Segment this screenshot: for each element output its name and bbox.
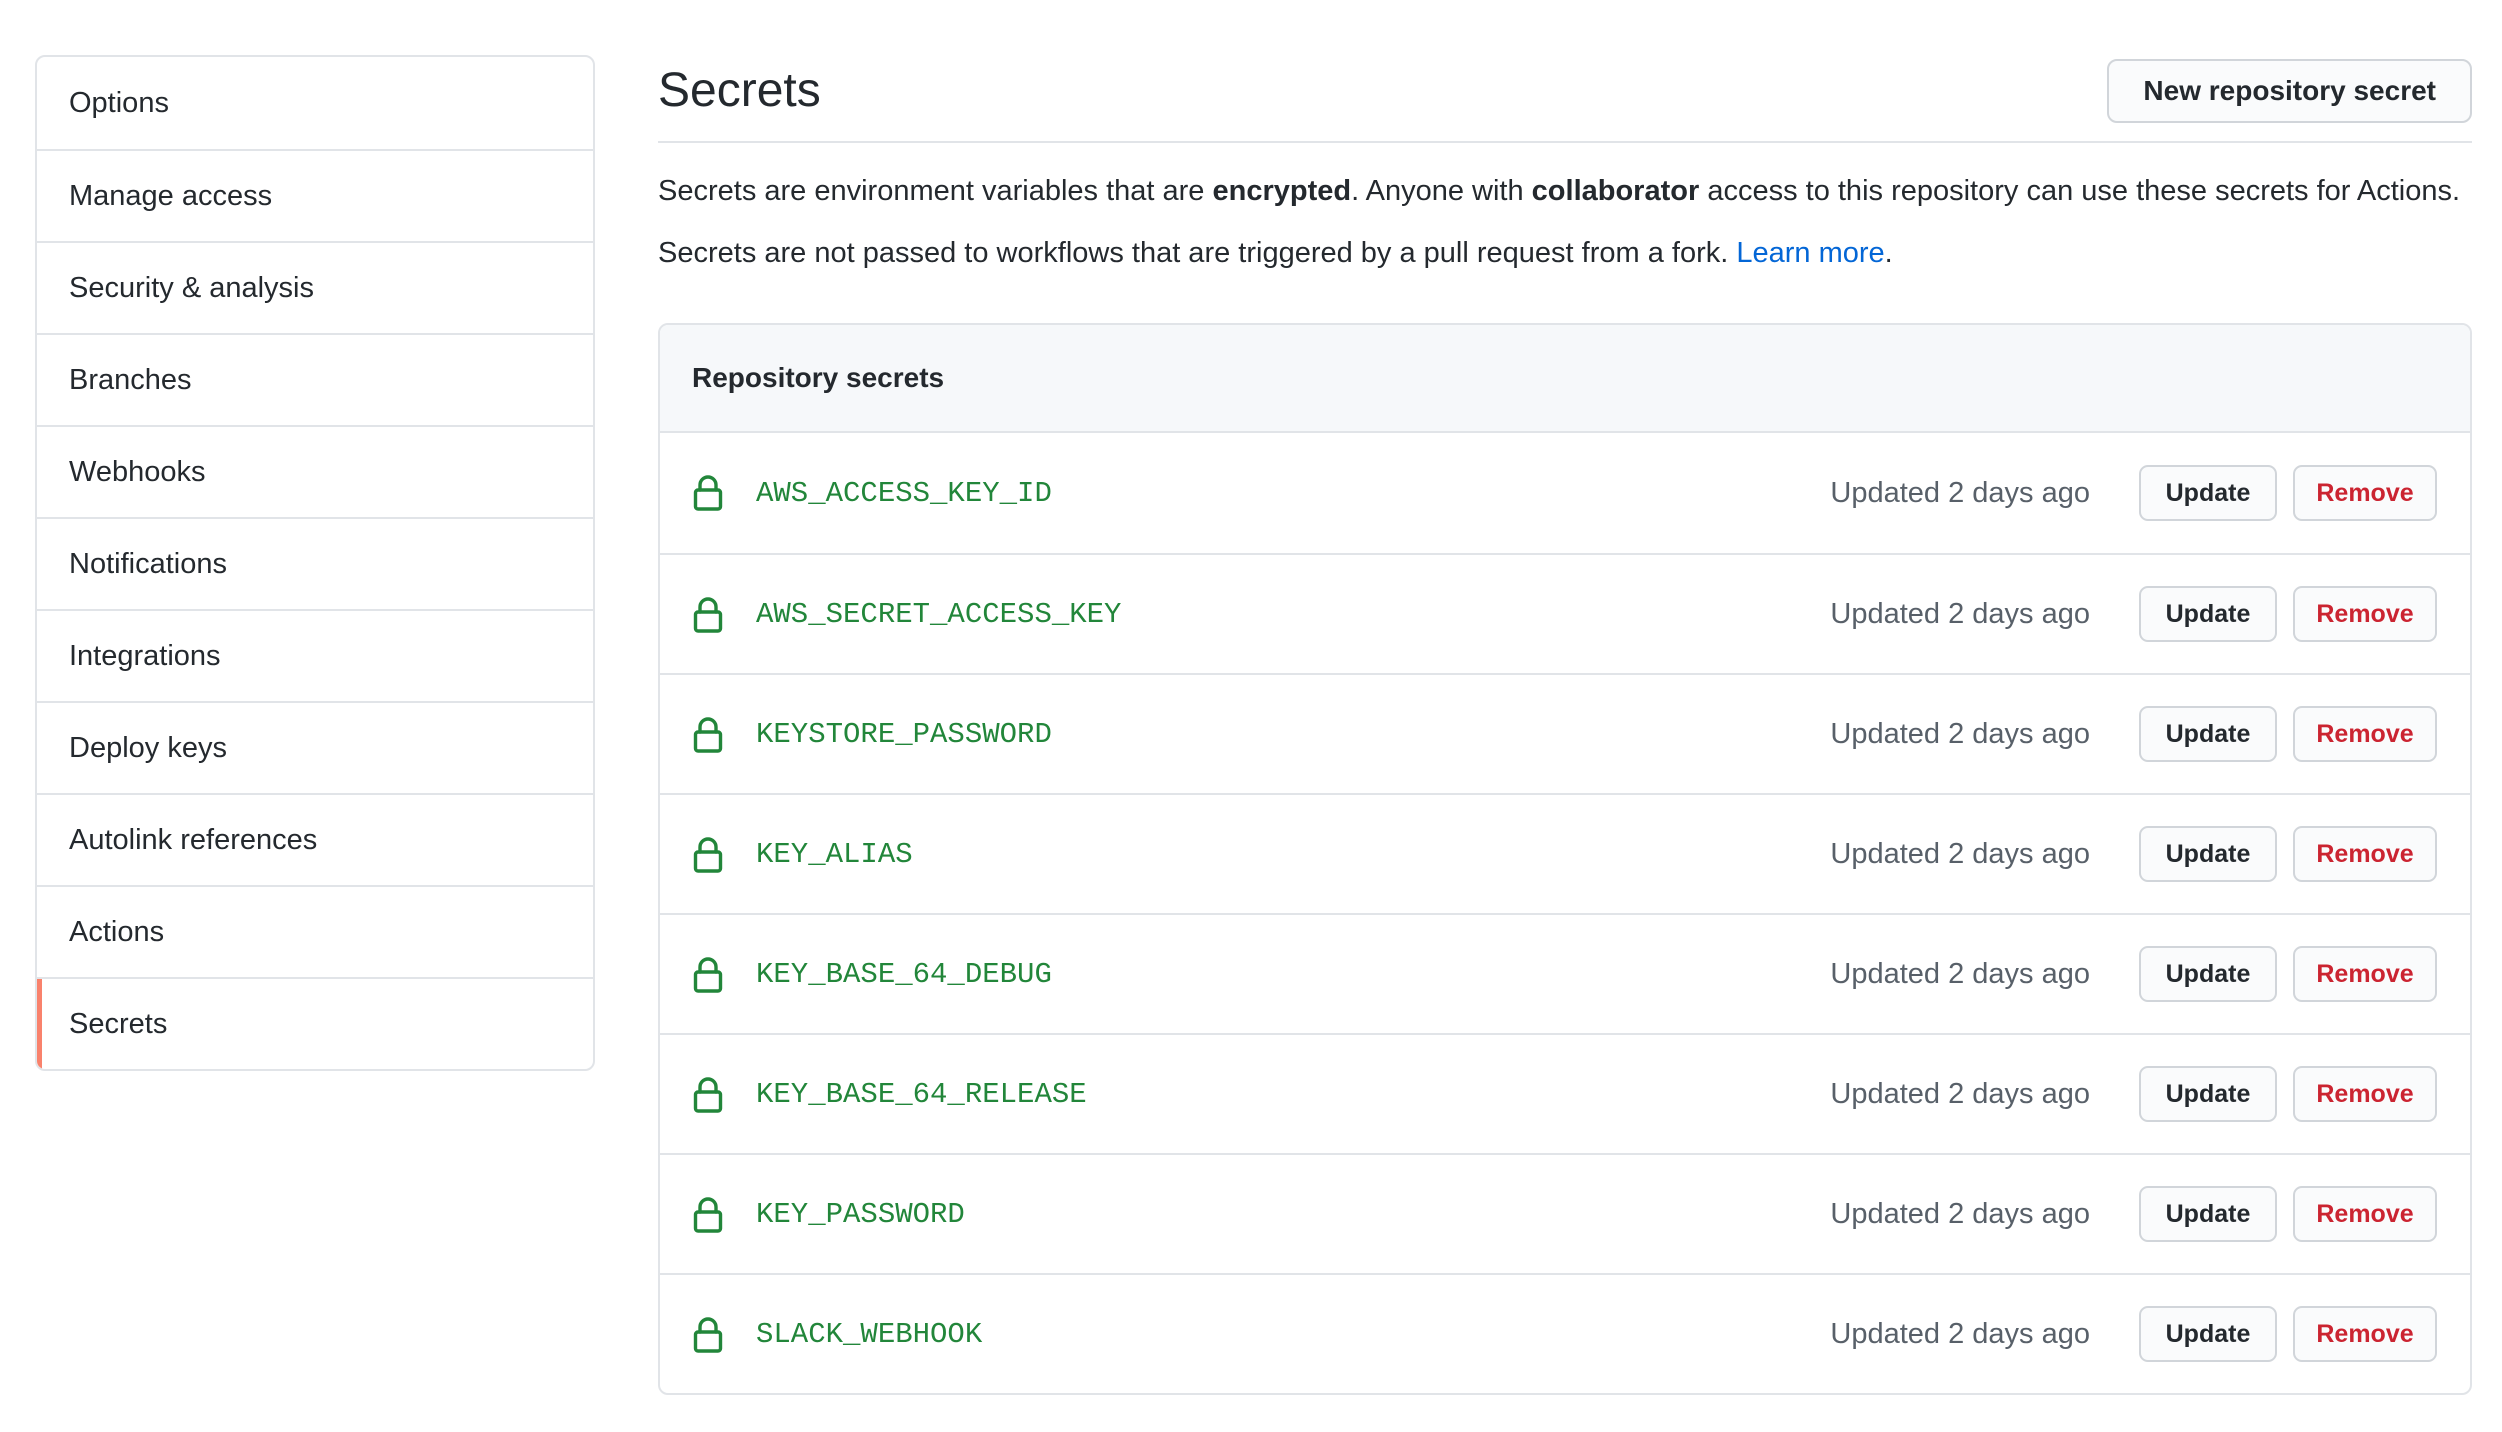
secret-row: KEY_PASSWORD Updated 2 days ago Update R…	[660, 1153, 2470, 1273]
settings-sidebar: Options Manage access Security & analysi…	[35, 55, 595, 1071]
description-fork: Secrets are not passed to workflows that…	[658, 233, 2472, 273]
description-text: Secrets are not passed to workflows that…	[658, 237, 1737, 269]
remove-secret-button[interactable]: Remove	[2293, 706, 2437, 762]
update-secret-button[interactable]: Update	[2139, 465, 2277, 521]
remove-secret-button[interactable]: Remove	[2293, 465, 2437, 521]
secret-name: KEYSTORE_PASSWORD	[756, 717, 1052, 751]
remove-secret-button[interactable]: Remove	[2293, 586, 2437, 642]
lock-icon	[693, 475, 723, 511]
secret-name: AWS_SECRET_ACCESS_KEY	[756, 597, 1122, 631]
sidebar-item-options[interactable]: Options	[37, 57, 593, 149]
secret-name: KEY_ALIAS	[756, 837, 913, 871]
description-text: .	[1884, 237, 1893, 269]
sidebar-item-actions[interactable]: Actions	[37, 885, 593, 977]
remove-secret-button[interactable]: Remove	[2293, 1186, 2437, 1242]
new-repository-secret-button[interactable]: New repository secret	[2107, 59, 2472, 123]
secret-name: SLACK_WEBHOOK	[756, 1317, 983, 1351]
secret-updated-time: Updated 2 days ago	[1830, 1077, 2090, 1110]
sidebar-item-manage-access[interactable]: Manage access	[37, 149, 593, 241]
lock-icon	[693, 1317, 723, 1353]
description-text: . Anyone with	[1351, 175, 1532, 207]
secret-row: AWS_SECRET_ACCESS_KEY Updated 2 days ago…	[660, 553, 2470, 673]
secret-name: KEY_BASE_64_RELEASE	[756, 1077, 1087, 1111]
sidebar-item-integrations[interactable]: Integrations	[37, 609, 593, 701]
lock-icon	[693, 717, 723, 753]
repository-secrets-box: Repository secrets AWS_ACCESS_KEY_ID Upd…	[658, 323, 2472, 1395]
lock-icon	[693, 957, 723, 993]
sidebar-item-deploy-keys[interactable]: Deploy keys	[37, 701, 593, 793]
remove-secret-button[interactable]: Remove	[2293, 826, 2437, 882]
sidebar-item-branches[interactable]: Branches	[37, 333, 593, 425]
secret-name: AWS_ACCESS_KEY_ID	[756, 476, 1052, 510]
description-bold-collaborator: collaborator	[1531, 175, 1700, 207]
secret-updated-time: Updated 2 days ago	[1830, 957, 2090, 990]
lock-icon	[693, 837, 723, 873]
secret-row: KEY_ALIAS Updated 2 days ago Update Remo…	[660, 793, 2470, 913]
secret-name: KEY_BASE_64_DEBUG	[756, 957, 1052, 991]
secrets-list: AWS_ACCESS_KEY_ID Updated 2 days ago Upd…	[660, 433, 2470, 1393]
secret-name: KEY_PASSWORD	[756, 1197, 965, 1231]
lock-icon	[693, 597, 723, 633]
sidebar-item-secrets[interactable]: Secrets	[37, 977, 593, 1069]
update-secret-button[interactable]: Update	[2139, 1186, 2277, 1242]
update-secret-button[interactable]: Update	[2139, 1306, 2277, 1362]
update-secret-button[interactable]: Update	[2139, 946, 2277, 1002]
secret-updated-time: Updated 2 days ago	[1830, 1197, 2090, 1230]
remove-secret-button[interactable]: Remove	[2293, 946, 2437, 1002]
update-secret-button[interactable]: Update	[2139, 1066, 2277, 1122]
page-header: Secrets New repository secret	[658, 55, 2472, 143]
secret-updated-time: Updated 2 days ago	[1830, 476, 2090, 509]
secret-row: KEY_BASE_64_RELEASE Updated 2 days ago U…	[660, 1033, 2470, 1153]
description-text: access to this repository can use these …	[1699, 175, 2461, 207]
secret-row: AWS_ACCESS_KEY_ID Updated 2 days ago Upd…	[660, 433, 2470, 553]
update-secret-button[interactable]: Update	[2139, 706, 2277, 762]
lock-icon	[693, 1197, 723, 1233]
learn-more-link[interactable]: Learn more	[1736, 237, 1884, 269]
sidebar-item-webhooks[interactable]: Webhooks	[37, 425, 593, 517]
page-title: Secrets	[658, 64, 821, 117]
sidebar-item-autolink-references[interactable]: Autolink references	[37, 793, 593, 885]
lock-icon	[693, 1077, 723, 1113]
update-secret-button[interactable]: Update	[2139, 826, 2277, 882]
secret-updated-time: Updated 2 days ago	[1830, 597, 2090, 630]
secret-row: KEYSTORE_PASSWORD Updated 2 days ago Upd…	[660, 673, 2470, 793]
sidebar-item-notifications[interactable]: Notifications	[37, 517, 593, 609]
secret-row: SLACK_WEBHOOK Updated 2 days ago Update …	[660, 1273, 2470, 1393]
remove-secret-button[interactable]: Remove	[2293, 1066, 2437, 1122]
secret-updated-time: Updated 2 days ago	[1830, 1317, 2090, 1350]
repository-secrets-header: Repository secrets	[660, 325, 2470, 433]
remove-secret-button[interactable]: Remove	[2293, 1306, 2437, 1362]
secret-updated-time: Updated 2 days ago	[1830, 837, 2090, 870]
description-bold-encrypted: encrypted	[1212, 175, 1352, 207]
sidebar-item-security-analysis[interactable]: Security & analysis	[37, 241, 593, 333]
description-text: Secrets are environment variables that a…	[658, 175, 1213, 207]
main-content: Secrets New repository secret Secrets ar…	[658, 55, 2472, 1395]
update-secret-button[interactable]: Update	[2139, 586, 2277, 642]
description-encrypted: Secrets are environment variables that a…	[658, 171, 2472, 211]
secret-updated-time: Updated 2 days ago	[1830, 717, 2090, 750]
secret-row: KEY_BASE_64_DEBUG Updated 2 days ago Upd…	[660, 913, 2470, 1033]
